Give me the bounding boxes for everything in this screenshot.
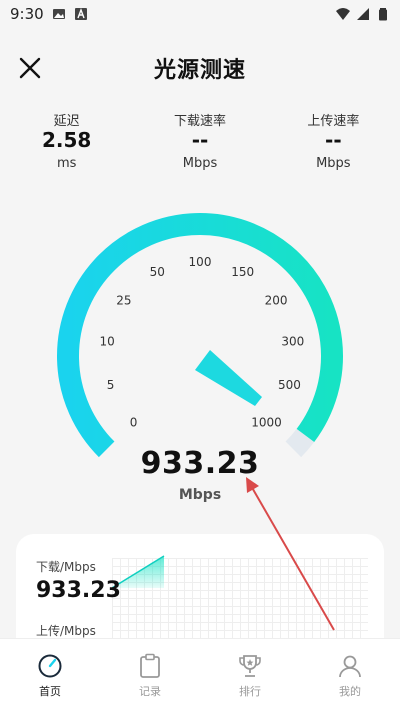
signal-icon [357,8,369,20]
upload-metric: 上传速率 -- Mbps [267,110,400,171]
user-icon [339,655,361,677]
trophy-icon [239,654,261,677]
gauge-tick-labels: 0 5 10 25 50 100 150 200 300 500 1000 [100,255,305,429]
status-bar: 9:30 [0,0,400,28]
status-time: 9:30 [10,5,44,23]
metric-label: 下载速率 [173,114,226,129]
gauge-tick-label: 5 [107,378,115,392]
upload-label: 上传/Mbps [36,624,96,638]
nav-label: 排行 [239,684,261,698]
nav-item-records[interactable]: 记录 [100,639,200,712]
speed-unit: Mbps [178,487,222,503]
gauge-tick-label: 300 [281,334,304,348]
clipboard-icon [140,653,160,678]
nav-item-ranking[interactable]: 排行 [200,639,300,712]
metric-unit: Mbps [182,156,218,171]
wifi-icon [336,8,350,20]
nav-label: 记录 [139,684,161,698]
font-icon [74,8,87,20]
gauge-tick-label: 10 [100,334,115,348]
speed-readout: 933.23 [140,446,260,481]
download-label: 下载/Mbps [36,560,96,574]
gauge-tick-label: 100 [189,255,212,269]
metric-value: 2.58 [41,128,92,152]
bottom-nav: 首页 记录 排行 我的 [0,638,400,712]
close-button[interactable] [16,54,44,82]
nav-label: 首页 [39,684,61,698]
download-value: 933.23 [36,578,121,603]
metric-unit: Mbps [316,156,351,171]
latency-metric: 延迟 2.58 ms [0,110,133,171]
nav-item-home[interactable]: 首页 [0,639,100,712]
download-metric: 下载速率 -- Mbps [133,110,266,171]
gauge-tick-label: 150 [231,265,254,279]
gauge-tick-label: 0 [130,415,138,429]
metric-label: 延迟 [53,114,80,129]
gauge-tick-label: 1000 [251,415,282,429]
gauge-tick-label: 25 [116,294,131,308]
gauge-tick-label: 200 [265,294,288,308]
close-icon [19,57,41,79]
top-bar: 光源测速 [0,46,400,90]
metric-unit: ms [56,156,77,171]
gauge-needle [195,350,262,406]
nav-label: 我的 [339,684,361,698]
image-icon [52,9,65,19]
metric-value: -- [191,128,209,152]
gauge-tick-label: 50 [150,265,165,279]
battery-icon [379,8,387,21]
metric-label: 上传速率 [307,114,360,129]
page-title: 光源测速 [153,58,246,83]
metrics-row: 延迟 2.58 ms 下载速率 -- Mbps 上传速率 -- Mbps [0,110,400,171]
gauge-tick-label: 500 [278,378,301,392]
metric-value: -- [325,128,342,152]
nav-item-profile[interactable]: 我的 [300,639,400,712]
download-sparkline [112,555,165,589]
speedometer-icon [38,654,62,677]
